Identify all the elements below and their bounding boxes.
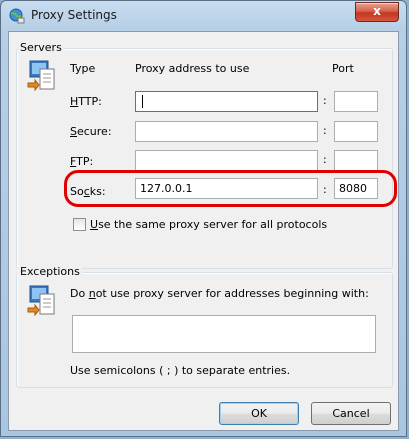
servers-group-label: Servers — [18, 41, 64, 54]
title-bar[interactable]: Proxy Settings x — [1, 1, 406, 31]
http-label: HTTP: — [70, 95, 102, 108]
secure-address-input[interactable] — [135, 121, 318, 142]
window-title: Proxy Settings — [31, 8, 117, 22]
ftp-port-input[interactable] — [334, 150, 378, 171]
proxy-settings-window: Proxy Settings x Servers Type Proxy addr… — [0, 0, 407, 437]
secure-label: Secure: — [70, 125, 112, 138]
close-button[interactable]: x — [355, 2, 399, 22]
network-settings-icon — [27, 60, 55, 92]
exceptions-group-label: Exceptions — [18, 265, 82, 278]
ftp-colon: : — [323, 153, 327, 166]
socks-highlight-annotation — [64, 170, 397, 207]
cancel-button[interactable]: Cancel — [311, 402, 391, 425]
globe-settings-icon — [9, 8, 25, 24]
secure-colon: : — [323, 124, 327, 137]
exceptions-textarea[interactable] — [72, 315, 376, 353]
http-address-input[interactable] — [135, 91, 318, 112]
same-proxy-label[interactable]: Use the same proxy server for all protoc… — [90, 218, 327, 231]
http-colon: : — [323, 94, 327, 107]
network-settings-icon — [27, 285, 55, 317]
type-column-header: Type — [70, 62, 96, 75]
http-port-input[interactable] — [334, 91, 378, 112]
ok-button[interactable]: OK — [219, 402, 299, 425]
dialog-client-area: Servers Type Proxy address to use Port H… — [8, 31, 399, 431]
same-proxy-checkbox[interactable] — [73, 218, 86, 231]
bypass-label: Do not use proxy server for addresses be… — [70, 287, 369, 300]
ftp-label: FTP: — [70, 155, 94, 168]
ftp-address-input[interactable] — [135, 150, 318, 171]
secure-port-input[interactable] — [334, 121, 378, 142]
semicolon-hint: Use semicolons ( ; ) to separate entries… — [70, 364, 291, 377]
port-column-header: Port — [332, 62, 354, 75]
text-caret — [142, 95, 143, 108]
address-column-header: Proxy address to use — [135, 62, 250, 75]
